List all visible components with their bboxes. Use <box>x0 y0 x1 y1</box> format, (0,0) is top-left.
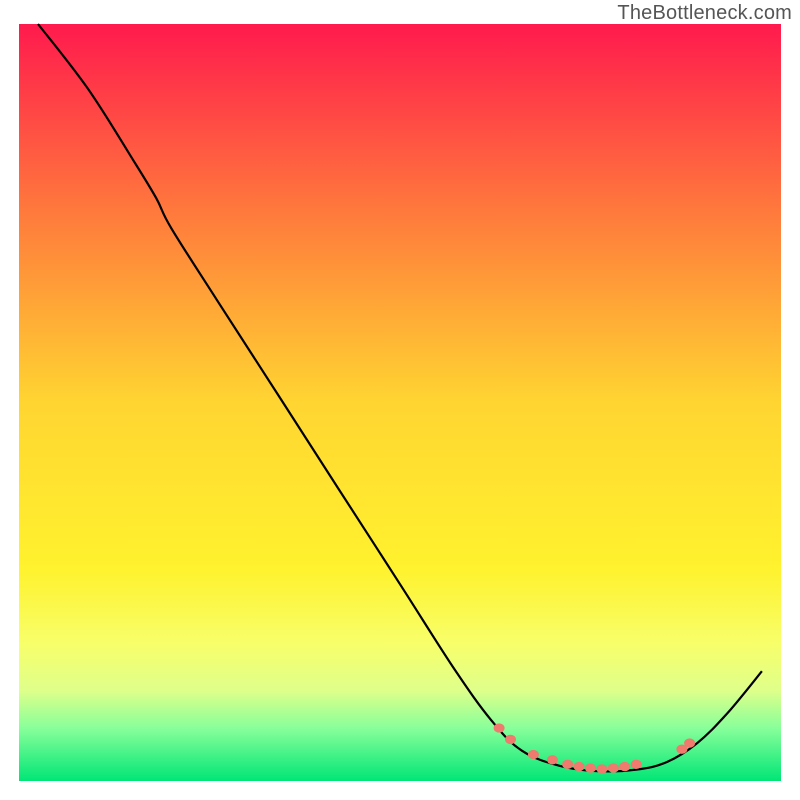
curve-marker <box>562 760 573 769</box>
chart-container: TheBottleneck.com <box>0 0 800 800</box>
curve-marker <box>528 750 539 759</box>
curve-marker <box>505 735 516 744</box>
curve-marker <box>585 763 596 772</box>
curve-marker <box>631 760 642 769</box>
curve-marker <box>608 763 619 772</box>
curve-marker <box>684 738 695 747</box>
curve-marker <box>547 755 558 764</box>
curve-marker <box>574 762 585 771</box>
curve-marker <box>619 762 630 771</box>
plot-background <box>19 24 781 781</box>
curve-marker <box>596 764 607 773</box>
curve-marker <box>494 723 505 732</box>
bottleneck-chart <box>0 0 800 800</box>
watermark-text: TheBottleneck.com <box>617 2 792 25</box>
